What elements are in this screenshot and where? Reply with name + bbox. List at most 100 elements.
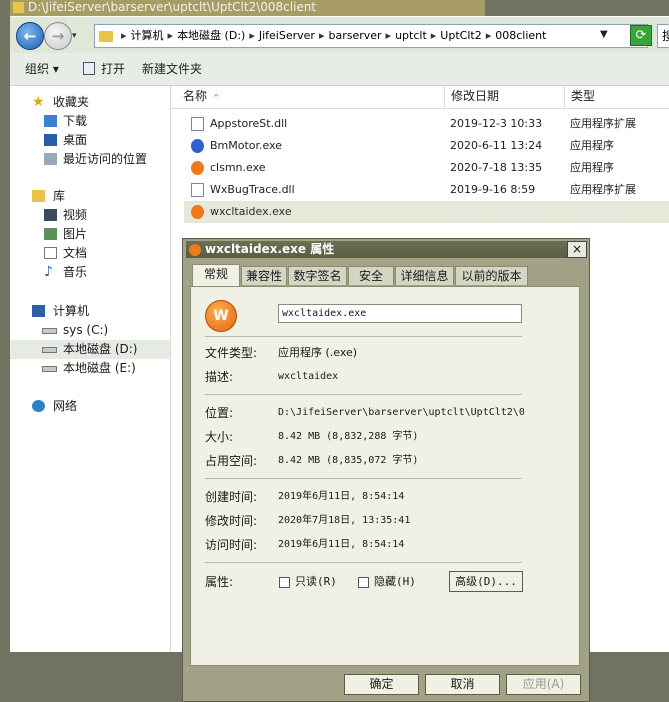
crumb-computer[interactable]: 计算机 (131, 29, 164, 42)
size-value: 8.42 MB (8,832,288 字节) (278, 431, 419, 442)
dialog-titlebar[interactable]: wxcltaidex.exe 属性 (186, 241, 586, 258)
nav-downloads[interactable]: 下载 (10, 112, 170, 131)
file-name: BmMotor.exe (210, 139, 283, 152)
file-date: 2019-12-3 10:33 (450, 117, 543, 130)
new-folder-button[interactable]: 新建文件夹 (142, 53, 202, 85)
breadcrumb-separator: ▸ (318, 29, 325, 42)
nav-label: 下载 (63, 114, 88, 128)
nav-network[interactable]: 网络 (10, 397, 170, 416)
hidden-label[interactable]: 隐藏(H) (374, 574, 416, 590)
address-dropdown-icon[interactable]: ▼ (600, 29, 608, 40)
tab-digital-signatures[interactable]: 数字签名 (288, 266, 347, 285)
nav-drive-e[interactable]: 本地磁盘 (E:) (10, 359, 170, 378)
crumb-008client[interactable]: 008client (495, 29, 546, 42)
accessed-label: 访问时间: (205, 538, 258, 552)
nav-label: 音乐 (63, 265, 88, 279)
address-bar-area: ← → ▾ ▸ 计算机 ▸ 本地磁盘 (D:) ▸ JifeiServer ▸ barserv… (10, 17, 669, 53)
dll-icon (191, 117, 204, 131)
hidden-checkbox[interactable] (358, 577, 369, 588)
file-name: WxBugTrace.dll (210, 183, 295, 196)
nav-documents[interactable]: 文档 (10, 244, 170, 263)
forward-button[interactable]: → (44, 22, 72, 50)
tab-general[interactable]: 常规 (192, 264, 240, 287)
nav-library[interactable]: 库 (10, 187, 170, 206)
file-row-selected[interactable]: wxcltaidex.exe 2020-7-18 13:35 应用程序 (184, 201, 669, 223)
nav-label: 网络 (53, 399, 78, 413)
tab-previous-versions[interactable]: 以前的版本 (455, 266, 528, 285)
folder-icon (99, 30, 113, 42)
size-label: 大小: (205, 430, 234, 444)
crumb-uptclt[interactable]: uptclt (395, 29, 427, 42)
wx-app-icon (191, 161, 204, 175)
file-row[interactable]: WxBugTrace.dll 2019-9-16 8:59 应用程序扩展 (184, 179, 669, 201)
open-button[interactable]: 打开 (101, 53, 125, 85)
file-name: AppstoreSt.dll (210, 117, 288, 130)
tab-details[interactable]: 详细信息 (395, 266, 454, 285)
modified-label: 修改时间: (205, 514, 258, 528)
readonly-label[interactable]: 只读(R) (295, 574, 337, 590)
readonly-checkbox[interactable] (279, 577, 290, 588)
filename-input[interactable]: wxcltaidex.exe (278, 304, 522, 323)
nav-computer[interactable]: 计算机 (10, 302, 170, 321)
breadcrumb-separator: ▸ (121, 29, 127, 42)
divider (205, 394, 522, 395)
nav-videos[interactable]: 视频 (10, 206, 170, 225)
crumb-barserver[interactable]: barserver (328, 29, 381, 42)
crumb-drive-d[interactable]: 本地磁盘 (D:) (177, 29, 245, 42)
organize-button[interactable]: 组织 ▾ (25, 53, 59, 85)
music-icon: ♪ (44, 264, 53, 280)
download-folder-icon (44, 115, 57, 127)
refresh-button[interactable]: ⟳ (630, 25, 652, 46)
column-type-header[interactable]: 类型 (565, 86, 669, 108)
accessed-value: 2019年6月11日, 8:54:14 (278, 539, 405, 550)
crumb-jifeiserver[interactable]: JifeiServer (259, 29, 315, 42)
search-input[interactable]: 搜 (657, 24, 669, 48)
column-headers: 名称 ^ 修改日期 类型 (171, 86, 669, 109)
apply-button[interactable]: 应用(A) (506, 674, 581, 695)
divider (205, 478, 522, 479)
breadcrumb[interactable]: ▸ 计算机 ▸ 本地磁盘 (D:) ▸ JifeiServer ▸ barserver ▸ upt… (94, 24, 648, 48)
history-dropdown-icon[interactable]: ▾ (72, 31, 77, 41)
computer-icon (32, 305, 45, 317)
tab-compatibility[interactable]: 兼容性 (241, 266, 287, 285)
file-row[interactable]: AppstoreSt.dll 2019-12-3 10:33 应用程序扩展 (184, 113, 669, 135)
nav-music[interactable]: ♪ 音乐 (10, 263, 170, 282)
breadcrumb-separator: ▸ (249, 29, 255, 42)
breadcrumb-separator: ▸ (385, 29, 392, 42)
nav-label: 计算机 (53, 304, 90, 318)
window-title: D:\JifeiServer\barserver\uptclt\UptClt2\… (28, 0, 317, 14)
window-titlebar[interactable]: D:\JifeiServer\barserver\uptclt\UptClt2\… (10, 0, 485, 16)
dll-icon (191, 183, 204, 197)
close-button[interactable]: × (567, 241, 587, 258)
crumb-uptclt2[interactable]: UptClt2 (440, 29, 481, 42)
nav-pictures[interactable]: 图片 (10, 225, 170, 244)
tab-security[interactable]: 安全 (348, 266, 394, 285)
nav-favorites[interactable]: ★ 收藏夹 (10, 93, 170, 112)
refresh-icon: ⟳ (635, 28, 647, 43)
cancel-button[interactable]: 取消 (425, 674, 500, 695)
general-tab-panel (190, 286, 580, 666)
breadcrumb-separator: ▸ (485, 29, 492, 42)
nav-recent[interactable]: 最近访问的位置 (10, 150, 170, 169)
column-date-header[interactable]: 修改日期 (445, 86, 565, 108)
file-type: 应用程序 (570, 205, 614, 218)
advanced-button[interactable]: 高级(D)... (449, 571, 523, 592)
file-type: 应用程序扩展 (570, 117, 636, 130)
nav-label: 本地磁盘 (D:) (63, 342, 138, 356)
ok-button[interactable]: 确定 (344, 674, 419, 695)
drive-icon (42, 347, 57, 353)
file-row[interactable]: BmMotor.exe 2020-6-11 13:24 应用程序 (184, 135, 669, 157)
breadcrumb-separator: ▸ (167, 29, 174, 42)
star-icon: ★ (32, 94, 45, 110)
bmmotor-icon (191, 139, 204, 153)
file-row[interactable]: clsmn.exe 2020-7-18 13:35 应用程序 (184, 157, 669, 179)
nav-desktop[interactable]: 桌面 (10, 131, 170, 150)
back-button[interactable]: ← (16, 22, 44, 50)
divider (205, 562, 522, 563)
video-icon (44, 209, 57, 221)
column-name-header[interactable]: 名称 ^ (177, 86, 445, 108)
nav-label: 视频 (63, 208, 88, 222)
nav-drive-d[interactable]: 本地磁盘 (D:) (10, 340, 170, 359)
nav-drive-c[interactable]: sys (C:) (10, 321, 170, 340)
close-icon: × (571, 242, 583, 256)
